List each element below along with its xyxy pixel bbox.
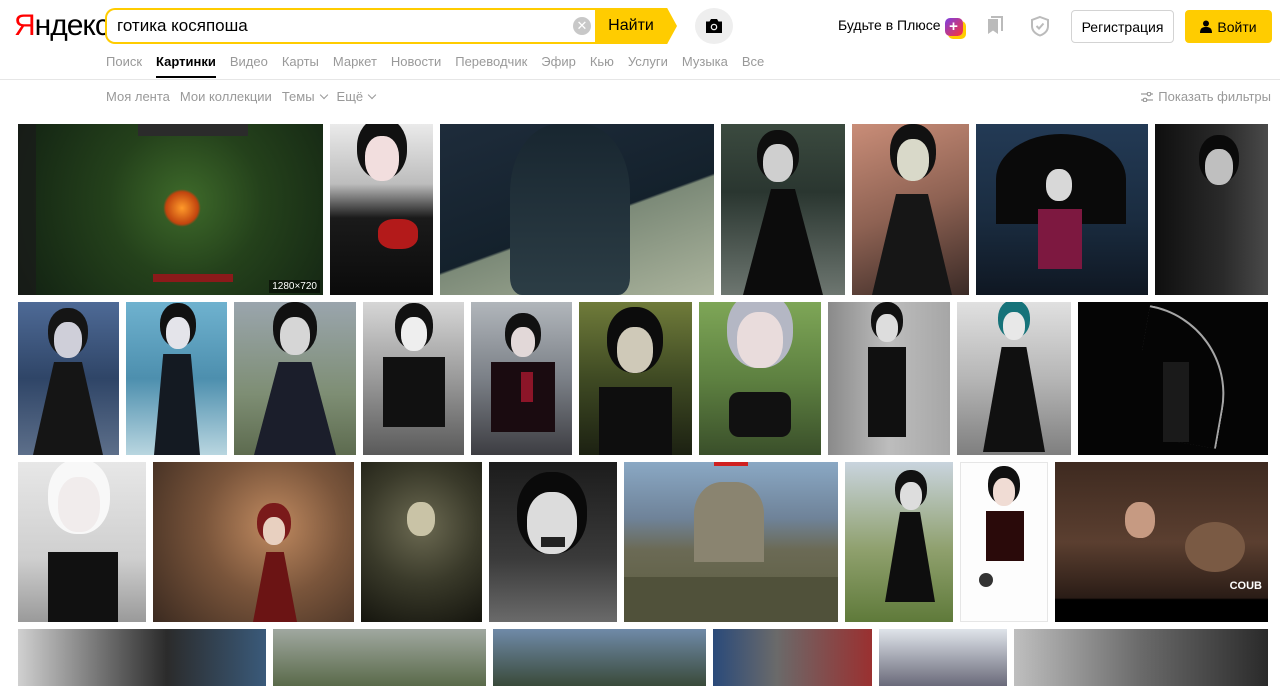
image-result[interactable] — [126, 302, 227, 455]
show-filters-label: Показать фильтры — [1158, 89, 1271, 104]
topics-dropdown[interactable]: Темы — [281, 89, 328, 104]
images-subnav: Моя лента Мои коллекции Темы Ещё — [106, 89, 385, 104]
image-result[interactable] — [330, 124, 433, 295]
header: Яндекс ✕ Найти Будьте в Плюсе+ Регистрац… — [0, 0, 1280, 80]
plus-badge-icon: + — [944, 18, 963, 36]
nav-item-efir[interactable]: Эфир — [541, 53, 576, 78]
image-result[interactable] — [1155, 124, 1268, 295]
image-result[interactable] — [624, 462, 838, 622]
search-input[interactable] — [117, 10, 567, 42]
clear-icon[interactable]: ✕ — [573, 17, 591, 35]
image-result[interactable] — [852, 124, 969, 295]
image-result[interactable] — [18, 462, 146, 622]
nav-item-translator[interactable]: Переводчик — [455, 53, 527, 78]
nav-item-video[interactable]: Видео — [230, 53, 268, 78]
image-result[interactable] — [273, 629, 486, 686]
image-result[interactable]: COUB — [1055, 462, 1268, 622]
search-box: ✕ — [105, 8, 597, 44]
image-result[interactable] — [721, 124, 845, 295]
image-result[interactable] — [18, 629, 266, 686]
coub-watermark: COUB — [1229, 580, 1262, 592]
user-icon — [1200, 20, 1213, 33]
nav-item-search[interactable]: Поиск — [106, 53, 142, 78]
yandex-logo[interactable]: Яндекс — [14, 8, 110, 44]
image-result[interactable] — [828, 302, 950, 455]
image-result[interactable] — [976, 124, 1148, 295]
logo-first-letter: Я — [14, 9, 36, 42]
nav-item-all[interactable]: Все — [742, 53, 764, 78]
chevron-down-icon — [319, 90, 328, 100]
my-feed-link[interactable]: Моя лента — [106, 89, 170, 104]
topics-label: Темы — [281, 89, 315, 104]
image-result[interactable] — [493, 629, 706, 686]
image-result[interactable] — [153, 462, 354, 622]
register-button[interactable]: Регистрация — [1071, 10, 1174, 43]
image-result[interactable] — [18, 302, 119, 455]
image-size-badge: 1280×720 — [269, 280, 320, 293]
chevron-down-icon — [367, 90, 377, 100]
image-result[interactable] — [699, 302, 821, 455]
nav-item-images[interactable]: Картинки — [156, 53, 216, 78]
image-result[interactable] — [960, 462, 1048, 622]
plus-link[interactable]: Будьте в Плюсе + — [838, 17, 963, 36]
image-result[interactable] — [1078, 302, 1268, 455]
image-result[interactable] — [440, 124, 714, 295]
show-filters-button[interactable]: Показать фильтры — [1141, 89, 1271, 104]
service-nav: Поиск Картинки Видео Карты Маркет Новост… — [106, 53, 778, 78]
nav-item-maps[interactable]: Карты — [282, 53, 319, 78]
image-result[interactable] — [713, 629, 872, 686]
image-result[interactable] — [879, 629, 1007, 686]
nav-item-music[interactable]: Музыка — [682, 53, 728, 78]
camera-search-button[interactable] — [695, 8, 733, 44]
image-result[interactable] — [957, 302, 1071, 455]
image-result[interactable]: 1280×720 — [18, 124, 323, 295]
filters-icon — [1141, 91, 1154, 102]
plus-link-label: Будьте в Плюсе — [838, 17, 941, 33]
shield-icon[interactable] — [1029, 15, 1051, 37]
image-result[interactable] — [471, 302, 572, 455]
more-dropdown[interactable]: Ещё — [336, 89, 377, 104]
image-result[interactable] — [363, 302, 464, 455]
image-result[interactable] — [234, 302, 356, 455]
nav-item-market[interactable]: Маркет — [333, 53, 377, 78]
image-result[interactable] — [579, 302, 692, 455]
image-result[interactable] — [1014, 629, 1268, 686]
more-label: Ещё — [336, 89, 364, 104]
login-label: Войти — [1217, 18, 1257, 35]
login-button[interactable]: Войти — [1185, 10, 1272, 43]
nav-item-q[interactable]: Кью — [590, 53, 614, 78]
nav-item-services[interactable]: Услуги — [628, 53, 668, 78]
image-result[interactable] — [489, 462, 617, 622]
search-button[interactable]: Найти — [595, 8, 677, 44]
logo-rest: ндекс — [34, 9, 110, 42]
image-result[interactable] — [845, 462, 953, 622]
camera-icon — [706, 19, 722, 33]
my-collections-link[interactable]: Мои коллекции — [180, 89, 272, 104]
nav-item-news[interactable]: Новости — [391, 53, 441, 78]
image-result[interactable] — [361, 462, 482, 622]
collections-icon[interactable] — [986, 16, 1004, 36]
